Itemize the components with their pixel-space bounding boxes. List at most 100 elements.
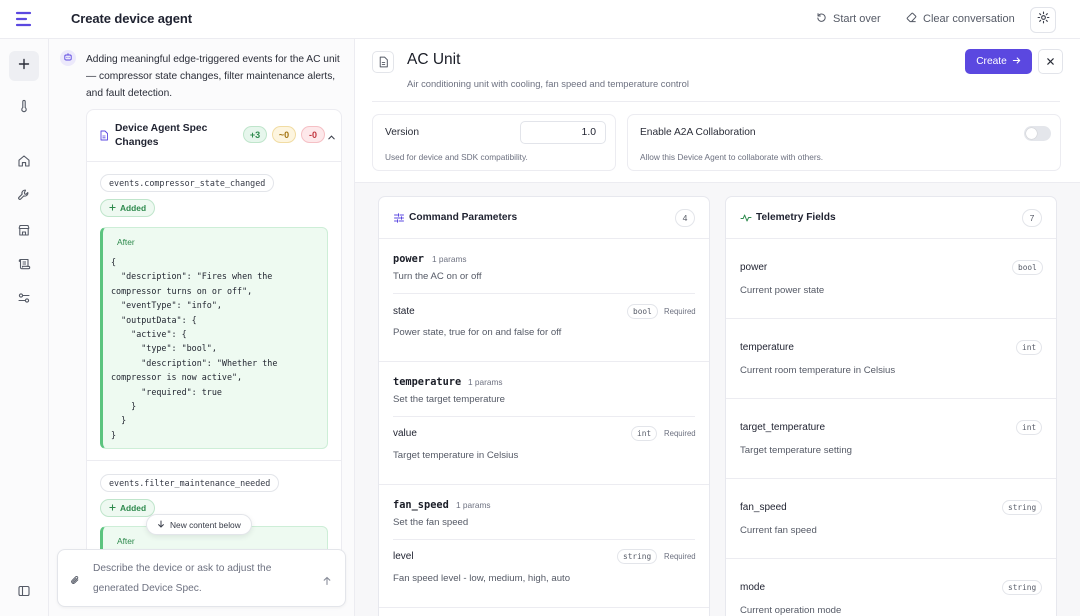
documents-nav[interactable] bbox=[12, 254, 36, 278]
command-param-count: 1 params bbox=[468, 377, 503, 387]
start-over-button[interactable]: Start over bbox=[816, 12, 881, 26]
chevron-up-icon[interactable] bbox=[327, 129, 336, 147]
telemetry-item: mode string Current operation mode bbox=[726, 559, 1056, 616]
panel-left-icon bbox=[17, 584, 31, 603]
a2a-label: Enable A2A Collaboration bbox=[640, 127, 756, 138]
version-input[interactable]: 1.0 bbox=[520, 121, 606, 144]
start-over-label: Start over bbox=[833, 13, 881, 25]
param-description: Fan speed level - low, medium, high, aut… bbox=[393, 573, 571, 584]
removed-count-badge: -0 bbox=[301, 126, 325, 143]
telemetry-type-badge: bool bbox=[1012, 260, 1043, 275]
device-spec-panel: AC Unit Air conditioning unit with cooli… bbox=[355, 39, 1080, 616]
param-name: value bbox=[393, 428, 417, 439]
spec-changes-header[interactable]: Device Agent Spec Changes +3 ~0 -0 bbox=[87, 110, 341, 162]
home-icon bbox=[17, 154, 31, 173]
settings-sliders-nav[interactable] bbox=[12, 288, 36, 312]
version-help: Used for device and SDK compatibility. bbox=[385, 152, 528, 162]
chat-input[interactable]: Describe the device or ask to adjust the… bbox=[57, 549, 346, 607]
plus-icon bbox=[109, 503, 116, 513]
chat-panel: Adding meaningful edge-triggered events … bbox=[49, 39, 355, 616]
file-icon bbox=[99, 128, 109, 146]
divider bbox=[379, 607, 709, 608]
telemetry-count-badge: 7 bbox=[1022, 209, 1042, 227]
arrow-right-icon bbox=[1012, 56, 1021, 68]
telemetry-type-badge: int bbox=[1016, 420, 1043, 435]
plus-icon bbox=[18, 57, 30, 75]
a2a-toggle[interactable] bbox=[1024, 126, 1051, 141]
home-nav[interactable] bbox=[12, 151, 36, 175]
event-json-code: { "description": "Fires when the compres… bbox=[111, 257, 278, 440]
store-icon bbox=[17, 223, 31, 242]
rotate-ccw-icon bbox=[816, 12, 827, 26]
menu-logo-icon[interactable] bbox=[12, 7, 36, 31]
param-description: Target temperature in Celsius bbox=[393, 450, 519, 461]
a2a-help: Allow this Device Agent to collaborate w… bbox=[640, 152, 824, 162]
tools-nav[interactable] bbox=[12, 185, 36, 209]
added-badge: Added bbox=[100, 199, 156, 217]
param-required-label: Required bbox=[664, 429, 696, 438]
telemetry-item: power bool Current power state bbox=[726, 239, 1056, 319]
command-parameters-panel: Command Parameters 4 power 1 params Turn… bbox=[378, 196, 710, 616]
after-diff-block: After { "description": "Fires when the c… bbox=[100, 227, 328, 449]
divider bbox=[393, 293, 695, 294]
sliders-horizontal-icon bbox=[393, 211, 405, 229]
command-param-count: 1 params bbox=[456, 500, 491, 510]
param-type-badge: string bbox=[617, 549, 658, 564]
telemetry-item: target_temperature int Target temperatur… bbox=[726, 399, 1056, 479]
param-required-label: Required bbox=[664, 552, 696, 561]
telemetry-fields-panel: Telemetry Fields 7 power bool Current po… bbox=[725, 196, 1057, 616]
telemetry-description: Current room temperature in Celsius bbox=[740, 365, 896, 376]
eraser-icon bbox=[906, 12, 917, 26]
telemetry-description: Current fan speed bbox=[740, 525, 817, 536]
store-nav[interactable] bbox=[12, 220, 36, 244]
command-description: Set the fan speed bbox=[393, 517, 469, 528]
toggle-sidebar-button[interactable] bbox=[12, 581, 36, 605]
paperclip-icon[interactable] bbox=[70, 573, 81, 591]
a2a-card: Enable A2A Collaboration Allow this Devi… bbox=[627, 114, 1061, 171]
sliders-icon bbox=[17, 291, 31, 310]
clear-conversation-button[interactable]: Clear conversation bbox=[906, 12, 1015, 26]
top-bar: Create device agent Start over Clear con… bbox=[0, 0, 1080, 39]
added-label: Added bbox=[120, 503, 147, 513]
create-button[interactable]: Create bbox=[965, 49, 1032, 74]
added-label: Added bbox=[120, 203, 147, 213]
thermometer-nav[interactable] bbox=[12, 96, 36, 120]
chat-input-placeholder: Describe the device or ask to adjust the… bbox=[93, 563, 272, 594]
param-type-badge: int bbox=[631, 426, 658, 441]
telemetry-name: target_temperature bbox=[740, 422, 826, 433]
modified-count-badge: ~0 bbox=[272, 126, 296, 143]
settings-button[interactable] bbox=[1030, 7, 1056, 33]
device-description: Air conditioning unit with cooling, fan … bbox=[407, 78, 689, 89]
event-name-tag: events.compressor_state_changed bbox=[100, 174, 275, 192]
telemetry-fields-header: Telemetry Fields 7 bbox=[726, 197, 1056, 239]
added-count-badge: +3 bbox=[243, 126, 267, 143]
bot-avatar bbox=[60, 50, 76, 66]
command-param-count: 1 params bbox=[432, 254, 467, 264]
activity-icon bbox=[740, 211, 752, 229]
telemetry-name: fan_speed bbox=[740, 502, 787, 513]
version-label: Version bbox=[385, 127, 419, 138]
command-description: Set the target temperature bbox=[393, 394, 505, 405]
left-rail bbox=[0, 39, 49, 616]
close-button[interactable] bbox=[1038, 49, 1063, 74]
command-description: Turn the AC on or off bbox=[393, 271, 482, 282]
arrow-down-icon bbox=[157, 520, 165, 530]
command-parameters-title: Command Parameters bbox=[409, 212, 518, 223]
new-button[interactable] bbox=[9, 51, 39, 81]
new-content-below-button[interactable]: New content below bbox=[146, 514, 252, 535]
command-name: fan_speed bbox=[393, 499, 449, 511]
event-name-tag: events.filter_maintenance_needed bbox=[100, 474, 280, 492]
document-icon bbox=[372, 51, 394, 73]
param-name: level bbox=[393, 551, 414, 562]
added-badge: Added bbox=[100, 499, 156, 517]
telemetry-name: mode bbox=[740, 582, 766, 593]
telemetry-type-badge: string bbox=[1002, 500, 1043, 515]
wrench-icon bbox=[17, 188, 31, 207]
close-icon bbox=[1046, 53, 1055, 71]
spec-changes-card: Device Agent Spec Changes +3 ~0 -0 event… bbox=[86, 109, 342, 579]
send-arrow-icon[interactable] bbox=[322, 573, 332, 591]
divider bbox=[393, 416, 695, 417]
version-card: Version 1.0 Used for device and SDK comp… bbox=[372, 114, 616, 171]
clear-conversation-label: Clear conversation bbox=[923, 13, 1015, 25]
after-label: After bbox=[117, 237, 135, 247]
